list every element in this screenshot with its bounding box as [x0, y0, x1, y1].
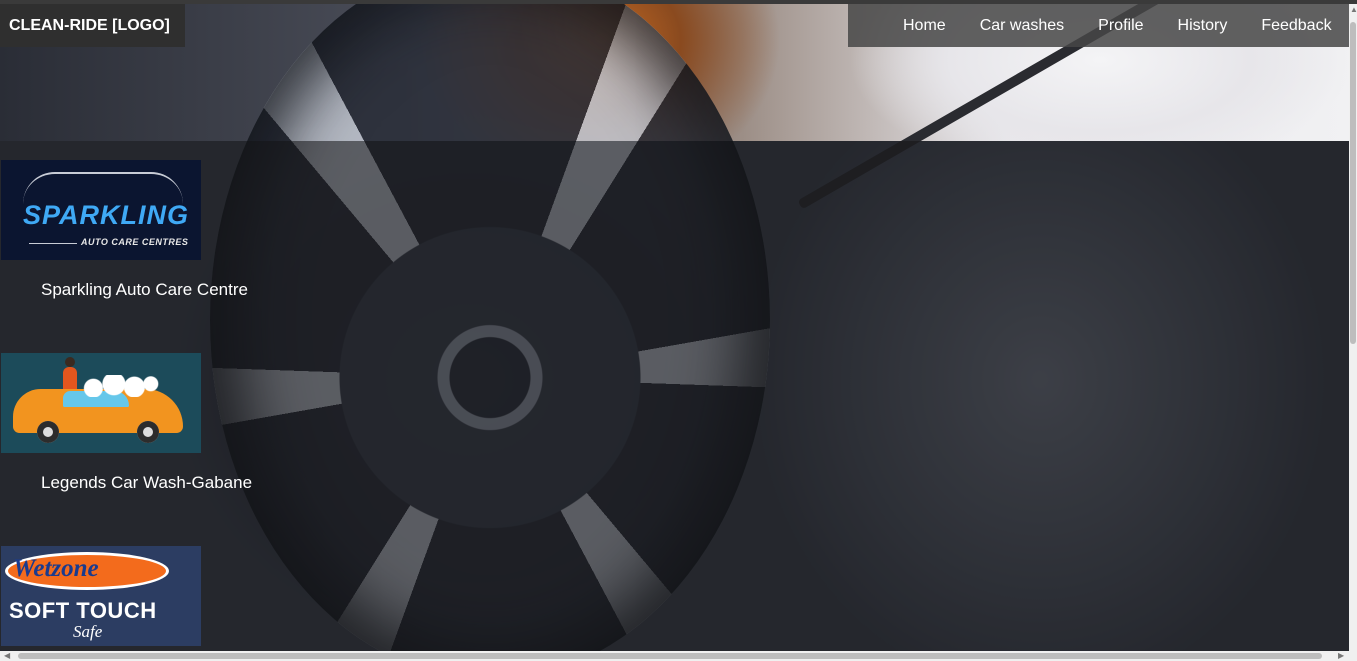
car-wash-name[interactable]: Legends Car Wash-Gabane [41, 473, 252, 493]
scroll-left-arrow-icon[interactable]: ◀ [4, 652, 10, 660]
nav-home-link[interactable]: Home [903, 17, 946, 35]
person-icon [63, 367, 77, 391]
nav-history-link[interactable]: History [1178, 17, 1228, 35]
wetzone-logo-text: Wetzone [13, 555, 99, 582]
nav-feedback-link[interactable]: Feedback [1261, 17, 1331, 35]
horizontal-scrollbar[interactable]: ◀ ▶ [0, 651, 1357, 661]
nav-profile-link[interactable]: Profile [1098, 17, 1143, 35]
car-wheel-icon [137, 421, 159, 443]
person-head-icon [65, 357, 75, 367]
scroll-up-arrow-icon[interactable]: ▲ [1350, 6, 1357, 14]
main-nav: Home Car washes Profile History Feedback [848, 4, 1349, 47]
vertical-scroll-thumb[interactable] [1350, 22, 1356, 344]
vertical-scrollbar[interactable]: ▲ [1349, 4, 1357, 651]
page: CLEAN-RIDE [LOGO] Home Car washes Profil… [0, 0, 1357, 661]
nav-car-washes-link[interactable]: Car washes [980, 17, 1064, 35]
wetzone-logo-image[interactable]: Wetzone SOFT TOUCH Safe [1, 546, 201, 646]
sparkling-logo-text: SPARKLING [23, 200, 190, 230]
wetzone-logo-subtext: SOFT TOUCH [9, 598, 157, 623]
car-wash-name[interactable]: Sparkling Auto Care Centre [41, 280, 248, 300]
wetzone-logo-tagline: Safe [73, 622, 103, 641]
legends-logo-image[interactable] [1, 353, 201, 453]
car-wash-card-legends[interactable]: Legends Car Wash-Gabane [1, 353, 301, 492]
horizontal-scroll-thumb[interactable] [18, 653, 1322, 659]
car-wheel-icon [37, 421, 59, 443]
site-logo[interactable]: CLEAN-RIDE [LOGO] [0, 4, 185, 47]
car-wash-card-wetzone[interactable]: Wetzone SOFT TOUCH Safe [1, 546, 301, 646]
sparkling-logo-image[interactable]: SPARKLING AUTO CARE CENTRES [1, 160, 201, 260]
sparkling-logo-subtext: AUTO CARE CENTRES [81, 237, 189, 247]
foam-bubbles-icon [77, 375, 159, 397]
logo-divider [29, 243, 77, 244]
car-wash-card-sparkling[interactable]: SPARKLING AUTO CARE CENTRES Sparkling Au… [1, 160, 301, 299]
scroll-right-arrow-icon[interactable]: ▶ [1338, 652, 1344, 660]
